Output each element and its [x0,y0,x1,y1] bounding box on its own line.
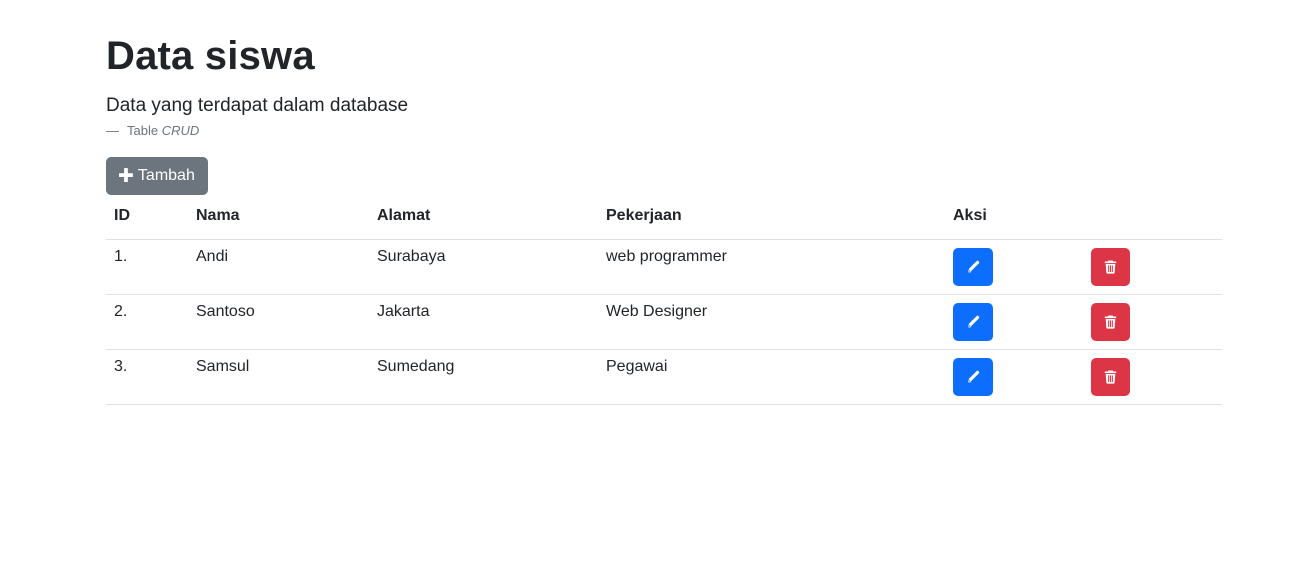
column-header-nama: Nama [188,199,369,240]
cell-delete-action [1083,294,1222,350]
table-header-row: ID Nama Alamat Pekerjaan Aksi [106,199,1222,240]
trash-icon [1104,315,1117,329]
caption-dash: — [106,123,119,138]
cell-delete-action [1083,349,1222,405]
pencil-icon [968,315,980,328]
edit-button[interactable] [953,248,993,286]
caption-prefix: Table [127,123,159,138]
column-header-pekerjaan: Pekerjaan [598,199,945,240]
column-header-aksi: Aksi [945,199,1083,240]
table-row: 3. Samsul Sumedang Pegawai [106,349,1222,405]
cell-nama: Samsul [188,349,369,405]
data-table: ID Nama Alamat Pekerjaan Aksi 1. Andi Su… [106,199,1222,405]
edit-button[interactable] [953,303,993,341]
delete-button[interactable] [1091,358,1130,396]
cell-alamat: Jakarta [369,294,598,350]
cell-id: 3. [106,349,188,405]
trash-icon [1104,370,1117,384]
trash-icon [1104,260,1117,274]
cell-edit-action [945,294,1083,350]
page-caption: — Table CRUD [106,122,1222,140]
pencil-icon [968,370,980,383]
page-title: Data siswa [106,34,315,78]
cell-alamat: Surabaya [369,239,598,295]
delete-button[interactable] [1091,248,1130,286]
edit-button[interactable] [953,358,993,396]
cell-nama: Andi [188,239,369,295]
cell-alamat: Sumedang [369,349,598,405]
cell-pekerjaan: Pegawai [598,349,945,405]
pencil-icon [968,260,980,273]
cell-edit-action [945,239,1083,295]
caption-emphasis: CRUD [161,123,200,138]
cell-pekerjaan: web programmer [598,239,945,295]
table-row: 1. Andi Surabaya web programmer [106,239,1222,295]
table-row: 2. Santoso Jakarta Web Designer [106,294,1222,350]
add-button[interactable]: ✚ Tambah [106,157,208,195]
cell-edit-action [945,349,1083,405]
add-button-label: Tambah [137,167,195,184]
column-header-blank [1083,199,1222,240]
column-header-id: ID [106,199,188,240]
delete-button[interactable] [1091,303,1130,341]
cell-id: 1. [106,239,188,295]
column-header-alamat: Alamat [369,199,598,240]
page-container: Data siswa Data yang terdapat dalam data… [106,0,1222,405]
plus-icon: ✚ [118,165,134,187]
cell-delete-action [1083,239,1222,295]
cell-nama: Santoso [188,294,369,350]
cell-id: 2. [106,294,188,350]
cell-pekerjaan: Web Designer [598,294,945,350]
page-lead: Data yang terdapat dalam database [106,95,409,116]
